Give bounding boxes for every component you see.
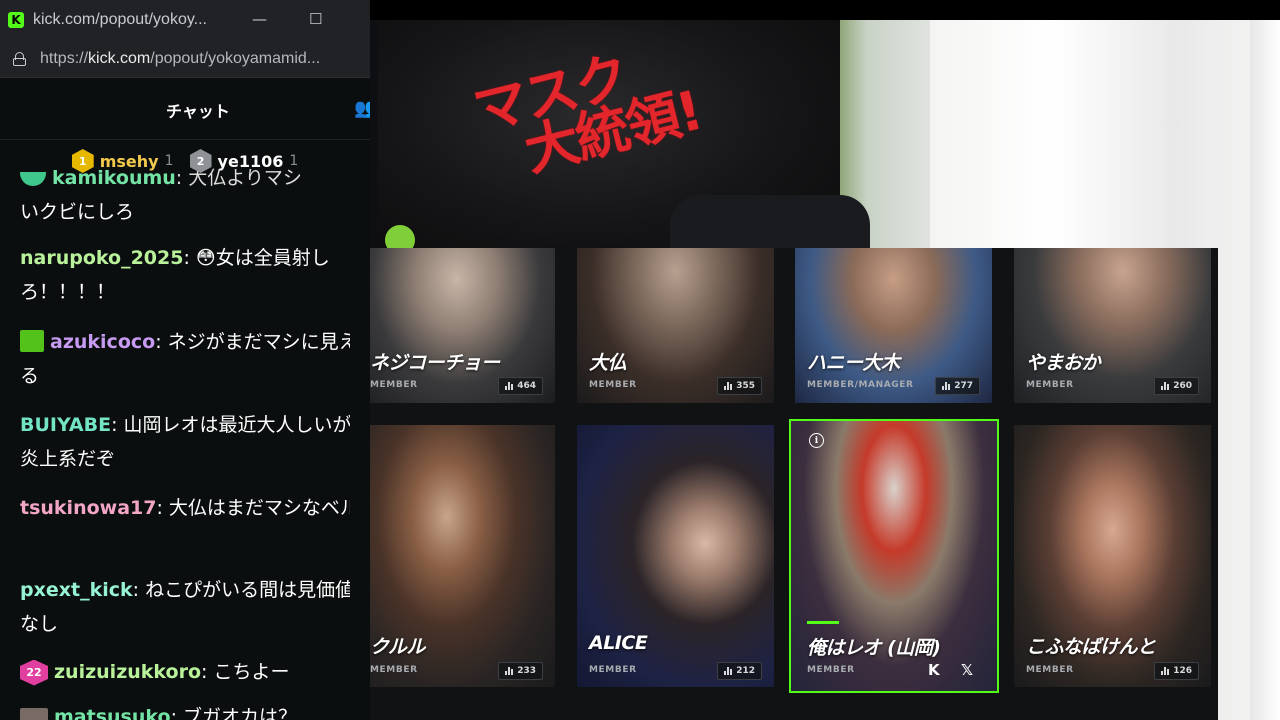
chat-username[interactable]: matsusuko: [54, 706, 171, 720]
stats-icon: [1161, 667, 1170, 675]
member-card[interactable]: ハニー大木 MEMBER/MANAGER 277: [795, 248, 992, 403]
info-icon[interactable]: i: [809, 433, 824, 448]
member-role: MEMBER: [807, 665, 855, 675]
chat-tabs: チャット 👥: [0, 78, 370, 140]
chat-message: azukicoco: ネジがまだマシに見える: [20, 329, 350, 387]
member-card[interactable]: クルル MEMBER 233: [358, 425, 555, 687]
chat-message: いクビにしろ: [20, 201, 135, 223]
sub-badge-icon: 22: [20, 659, 48, 686]
kick-social-icon[interactable]: K: [928, 661, 940, 679]
gift-badge-icon: [20, 329, 44, 352]
gift-leaderboard: 1 msehy 1 2 ye1106 1: [0, 141, 370, 181]
stats-icon: [942, 382, 951, 390]
chat-message: narupoko_2025: 😳女は全員射しろ！！！！: [20, 247, 330, 303]
user-avatar-icon: [20, 707, 48, 720]
minimize-button[interactable]: —: [252, 10, 267, 28]
chat-message-list[interactable]: kamikoumu: 大仏よりマシ いクビにしろ narupoko_2025: …: [0, 165, 370, 720]
member-role: MEMBER: [1026, 380, 1074, 390]
chat-message: 22 zuizuizukkoro: こちよー: [20, 655, 350, 689]
member-views: 212: [717, 662, 762, 680]
stats-icon: [1161, 382, 1170, 390]
member-name: ネジコーチョー: [370, 352, 500, 374]
member-card[interactable]: 大仏 MEMBER 355: [577, 248, 774, 403]
rank-2-badge: 2: [189, 149, 212, 173]
chat-username[interactable]: zuizuizukkoro: [54, 661, 201, 683]
member-views: 126: [1154, 662, 1199, 680]
url-text[interactable]: https://kick.com/popout/yokoyamamid...: [40, 50, 370, 68]
chat-popout-window: K kick.com/popout/yokoy... — ☐ https://k…: [0, 0, 370, 720]
member-role: MEMBER: [589, 665, 637, 675]
chat-message: tsukinowa17: 大仏はまだマシなベル: [20, 497, 350, 519]
chat-message: matsusuko: ブガオカは？: [20, 700, 350, 720]
tshirt-print: マスク 大統領!: [467, 44, 708, 184]
leader-count: 1: [164, 153, 174, 169]
leaderboard-entry[interactable]: 2 ye1106 1: [189, 149, 299, 173]
chat-message: BUIYABE: 山岡レオは最近大人しいが炎上系だぞ: [20, 414, 350, 470]
chat-username[interactable]: BUIYABE: [20, 414, 111, 436]
window-titlebar[interactable]: K kick.com/popout/yokoy... — ☐: [0, 0, 370, 40]
chat-username[interactable]: azukicoco: [50, 331, 155, 353]
chat-username[interactable]: narupoko_2025: [20, 247, 183, 269]
member-name: クルル: [370, 636, 425, 658]
window-title: kick.com/popout/yokoy...: [33, 11, 207, 28]
member-name: ハニー大木: [807, 352, 900, 374]
member-card-selected[interactable]: i 俺はレオ (山岡) MEMBER K 𝕏: [789, 419, 999, 693]
stats-icon: [724, 667, 733, 675]
stats-icon: [505, 667, 514, 675]
member-role: MEMBER: [1026, 665, 1074, 675]
background-pillar: [1250, 20, 1280, 720]
chair-back: [670, 195, 870, 255]
stats-icon: [505, 382, 514, 390]
chat-message: pxext_kick: ねこぴがいる間は見価値なし: [20, 579, 350, 635]
leader-name: msehy: [99, 151, 159, 171]
leader-name: ye1106: [217, 151, 284, 171]
member-name: ALICE: [589, 632, 648, 654]
users-tab-icon[interactable]: 👥: [354, 98, 370, 119]
member-views: 464: [498, 377, 543, 395]
chat-username[interactable]: pxext_kick: [20, 579, 133, 601]
emote: 😳: [195, 247, 216, 269]
member-name: やまおか: [1026, 352, 1101, 374]
screen: マスク 大統領! ネジコーチョー MEMBER 464 大仏 MEMBER 35…: [0, 0, 1280, 720]
member-role: MEMBER: [589, 380, 637, 390]
tab-chat[interactable]: チャット: [166, 98, 230, 122]
kick-logo-icon: K: [8, 12, 24, 28]
member-role: MEMBER: [370, 380, 418, 390]
x-social-icon[interactable]: 𝕏: [961, 661, 973, 679]
member-name: こふなばけんと: [1026, 636, 1156, 658]
member-views: 277: [935, 377, 980, 395]
leader-count: 1: [289, 153, 299, 169]
member-card[interactable]: ネジコーチョー MEMBER 464: [358, 248, 555, 403]
member-card[interactable]: やまおか MEMBER 260: [1014, 248, 1211, 403]
leaderboard-entry[interactable]: 1 msehy 1: [71, 149, 174, 173]
member-card[interactable]: ALICE MEMBER 212: [577, 425, 774, 687]
member-role: MEMBER/MANAGER: [807, 380, 914, 390]
lock-icon[interactable]: [13, 51, 26, 66]
video-top-bar: [370, 0, 1280, 20]
member-views: 260: [1154, 377, 1199, 395]
address-bar[interactable]: https://kick.com/popout/yokoyamamid...: [0, 40, 370, 78]
member-name: 俺はレオ (山岡): [807, 637, 941, 659]
rank-1-badge: 1: [71, 149, 94, 173]
stats-icon: [724, 382, 733, 390]
member-views: 233: [498, 662, 543, 680]
member-views: 355: [717, 377, 762, 395]
live-indicator-bar: [807, 621, 839, 624]
member-role: MEMBER: [370, 665, 418, 675]
member-name: 大仏: [589, 352, 627, 374]
member-card[interactable]: こふなばけんと MEMBER 126: [1014, 425, 1211, 687]
maximize-button[interactable]: ☐: [309, 10, 322, 28]
chat-username[interactable]: tsukinowa17: [20, 497, 156, 519]
